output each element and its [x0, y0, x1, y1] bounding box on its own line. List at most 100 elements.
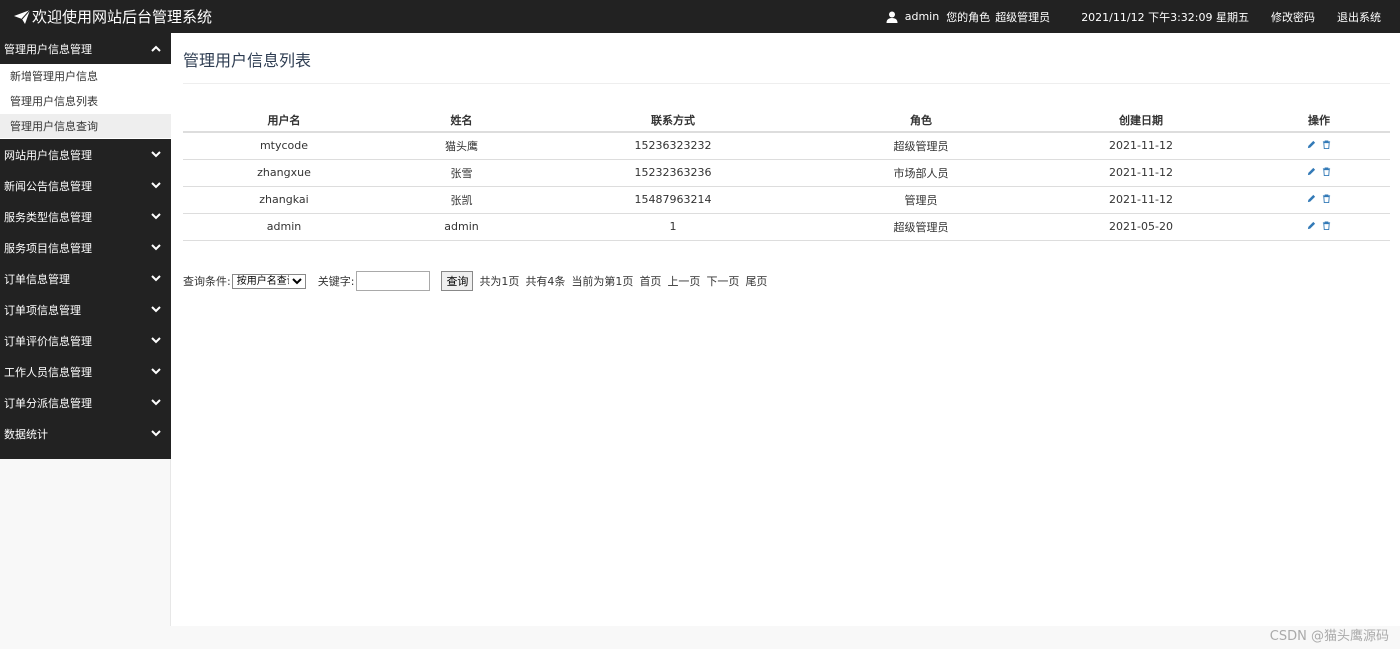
logout-link[interactable]: 退出系统 — [1337, 9, 1381, 25]
submenu-item-label: 管理用户信息列表 — [10, 95, 98, 108]
column-header-name: 姓名 — [385, 108, 538, 133]
sidebar: 管理用户信息管理 新增管理用户信息 管理用户信息列表 管理用户信息查询 网站用户… — [0, 33, 171, 459]
next-page-link[interactable]: 下一页 — [706, 273, 739, 289]
delete-icon[interactable] — [1322, 140, 1331, 150]
chevron-up-icon — [151, 45, 161, 52]
cell-role: 超级管理员 — [808, 132, 1034, 160]
total-items: 共有4条 — [525, 275, 566, 288]
user-icon — [886, 11, 898, 23]
current-page: 当前为第1页 — [571, 275, 634, 288]
chevron-down-icon — [151, 337, 161, 344]
menu-header-label: 新闻公告信息管理 — [4, 179, 92, 193]
search-button[interactable]: 查询 — [441, 271, 474, 291]
brand[interactable]: 欢迎使用网站后台管理系统 — [0, 6, 212, 27]
condition-label: 查询条件: — [183, 275, 231, 288]
chevron-down-icon — [151, 151, 161, 158]
last-page-link[interactable]: 尾页 — [745, 273, 767, 289]
menu-groups: 网站用户信息管理 新闻公告信息管理 服务类型信息管理 服务项目信息管理 订单信息… — [0, 139, 171, 449]
menu-header-service-items[interactable]: 服务项目信息管理 — [0, 232, 171, 263]
footer-strip — [0, 626, 1400, 649]
cell-phone: 15487963214 — [538, 186, 808, 214]
title-divider — [183, 83, 1390, 84]
chevron-down-icon — [151, 244, 161, 251]
menu-header-label: 订单信息管理 — [4, 272, 70, 286]
cell-username: zhangxue — [183, 159, 385, 187]
menu-header-label: 订单项信息管理 — [4, 303, 81, 317]
menu-header-label: 订单分派信息管理 — [4, 396, 92, 410]
send-icon — [14, 9, 30, 24]
edit-icon[interactable] — [1307, 221, 1316, 230]
cell-actions — [1248, 186, 1390, 214]
chevron-down-icon — [151, 182, 161, 189]
cell-name: 张雪 — [385, 159, 538, 187]
chevron-down-icon — [151, 399, 161, 406]
chevron-down-icon — [151, 275, 161, 282]
cell-phone: 15232363236 — [538, 159, 808, 187]
chevron-down-icon — [151, 213, 161, 220]
cell-phone: 1 — [538, 213, 808, 241]
condition-select[interactable]: 按用户名查询 — [231, 273, 306, 289]
column-header-actions: 操作 — [1248, 108, 1390, 133]
submenu-item-add-admin[interactable]: 新增管理用户信息 — [0, 64, 171, 89]
menu-header-admin-users[interactable]: 管理用户信息管理 — [0, 33, 171, 64]
menu-header-site-users[interactable]: 网站用户信息管理 — [0, 139, 171, 170]
table-row: admin admin 1 超级管理员 2021-05-20 — [183, 213, 1390, 241]
total-pages: 共为1页 — [479, 275, 520, 288]
submenu-item-admin-query[interactable]: 管理用户信息查询 — [0, 114, 171, 139]
cell-name: 张凯 — [385, 186, 538, 214]
column-header-username: 用户名 — [183, 108, 385, 133]
table-header-row: 用户名 姓名 联系方式 角色 创建日期 操作 — [183, 108, 1390, 133]
role-value: 超级管理员 — [995, 10, 1051, 24]
cell-created: 2021-11-12 — [1034, 159, 1248, 187]
menu-header-label: 数据统计 — [4, 427, 48, 441]
edit-icon[interactable] — [1307, 140, 1316, 149]
menu-group-admin-users: 管理用户信息管理 新增管理用户信息 管理用户信息列表 管理用户信息查询 — [0, 33, 171, 139]
cell-role: 超级管理员 — [808, 213, 1034, 241]
menu-header-label: 订单评价信息管理 — [4, 334, 92, 348]
menu-header-label: 管理用户信息管理 — [4, 42, 92, 56]
menu-header-label: 网站用户信息管理 — [4, 148, 92, 162]
menu-header-orders[interactable]: 订单信息管理 — [0, 263, 171, 294]
edit-icon[interactable] — [1307, 194, 1316, 203]
table-row: zhangxue 张雪 15232363236 市场部人员 2021-11-12 — [183, 159, 1390, 187]
chevron-down-icon — [151, 306, 161, 313]
search-bar: 查询条件: 按用户名查询 关键字: 查询 共为1页 共有4条 当前为第1页 首页… — [183, 271, 767, 291]
menu-header-order-reviews[interactable]: 订单评价信息管理 — [0, 325, 171, 356]
keyword-input[interactable] — [356, 271, 431, 291]
edit-icon[interactable] — [1307, 167, 1316, 176]
prev-page-link[interactable]: 上一页 — [667, 273, 700, 289]
menu-header-statistics[interactable]: 数据统计 — [0, 418, 171, 449]
delete-icon[interactable] — [1322, 167, 1331, 176]
delete-icon[interactable] — [1322, 221, 1331, 230]
chevron-down-icon — [151, 430, 161, 437]
cell-actions — [1248, 159, 1390, 187]
cell-role: 管理员 — [808, 186, 1034, 214]
table-row: zhangkai 张凯 15487963214 管理员 2021-11-12 — [183, 186, 1390, 214]
delete-icon[interactable] — [1322, 194, 1331, 203]
column-header-phone: 联系方式 — [538, 108, 808, 133]
menu-header-order-dispatch[interactable]: 订单分派信息管理 — [0, 387, 171, 418]
cell-name: admin — [385, 213, 538, 241]
menu-header-service-types[interactable]: 服务类型信息管理 — [0, 201, 171, 232]
watermark: CSDN @猫头鹰源码 — [1269, 629, 1389, 644]
submenu-item-label: 新增管理用户信息 — [10, 70, 98, 83]
cell-role: 市场部人员 — [808, 159, 1034, 187]
menu-header-label: 服务项目信息管理 — [4, 241, 92, 255]
submenu-item-label: 管理用户信息查询 — [10, 120, 98, 133]
username: admin — [904, 10, 940, 23]
column-header-role: 角色 — [808, 108, 1034, 133]
menu-header-label: 工作人员信息管理 — [4, 365, 92, 379]
cell-actions — [1248, 213, 1390, 241]
cell-username: mtycode — [183, 132, 385, 160]
keyword-label: 关键字: — [317, 275, 355, 288]
menu-header-order-items[interactable]: 订单项信息管理 — [0, 294, 171, 325]
menu-header-news[interactable]: 新闻公告信息管理 — [0, 170, 171, 201]
sidebar-empty-area — [0, 459, 171, 626]
first-page-link[interactable]: 首页 — [639, 273, 661, 289]
top-navbar: 欢迎使用网站后台管理系统 admin 您的角色 超级管理员 2021/11/12… — [0, 0, 1400, 33]
change-password-link[interactable]: 修改密码 — [1271, 9, 1315, 25]
chevron-down-icon — [151, 368, 161, 375]
menu-header-staff[interactable]: 工作人员信息管理 — [0, 356, 171, 387]
menu-header-label: 服务类型信息管理 — [4, 210, 92, 224]
submenu-item-admin-list[interactable]: 管理用户信息列表 — [0, 89, 171, 114]
